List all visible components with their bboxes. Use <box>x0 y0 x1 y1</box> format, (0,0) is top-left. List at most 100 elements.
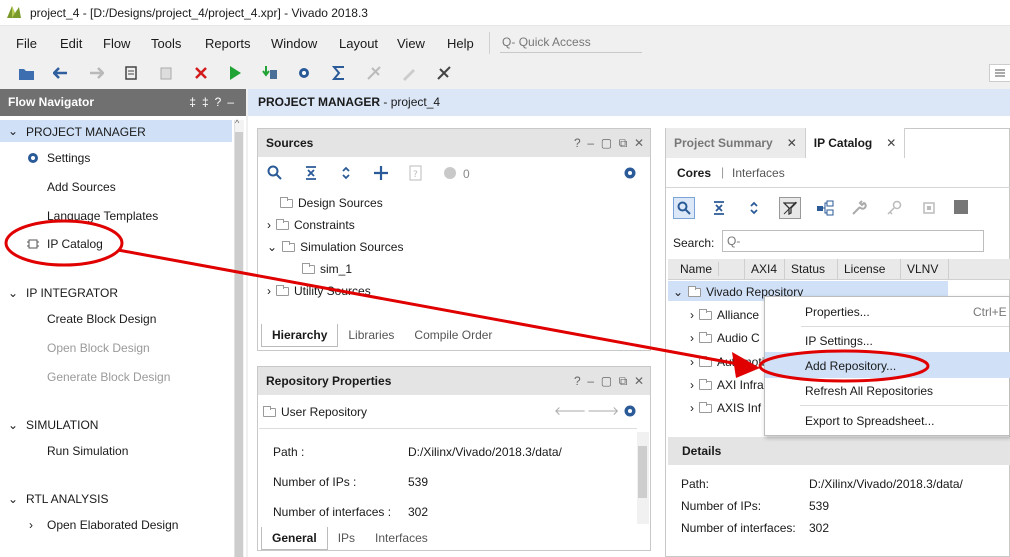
menu-flow[interactable]: Flow <box>103 36 130 51</box>
menu-window[interactable]: Window <box>271 36 317 51</box>
menu-view[interactable]: View <box>397 36 425 51</box>
expand-all-icon[interactable] <box>338 165 354 184</box>
open-folder-icon[interactable] <box>18 64 36 82</box>
ip-tree-row[interactable]: › Alliance <box>690 308 759 322</box>
hierarchy-icon[interactable] <box>816 200 834 219</box>
tree-sim-1[interactable]: sim_1 <box>302 262 352 276</box>
tree-constraints[interactable]: › Constraints <box>267 218 355 232</box>
chevron-right-icon[interactable]: › <box>690 378 694 392</box>
scrollbar-thumb[interactable] <box>235 132 243 557</box>
search-icon[interactable] <box>267 165 283 184</box>
menu-edit[interactable]: Edit <box>60 36 82 51</box>
key-icon[interactable] <box>886 200 902 219</box>
nav-generate-block-design[interactable]: Generate Block Design <box>47 370 170 384</box>
menu-item-properties[interactable]: Properties... <box>805 305 870 319</box>
panel-controls[interactable]: ? – ▢ ⧉ ✕ <box>574 129 644 157</box>
chevron-right-icon[interactable]: › <box>267 284 271 298</box>
tree-simulation-sources[interactable]: ⌄ Simulation Sources <box>267 240 403 254</box>
ip-tree-row[interactable]: › AXIS Inf <box>690 401 761 415</box>
gear-icon[interactable] <box>622 403 638 422</box>
nav-open-elaborated-design[interactable]: Open Elaborated Design <box>47 518 178 532</box>
stop-icon[interactable] <box>954 200 968 217</box>
nav-create-block-design[interactable]: Create Block Design <box>47 312 156 326</box>
section-rtl-analysis[interactable]: RTL ANALYSIS <box>26 492 108 506</box>
nav-settings[interactable]: Settings <box>47 151 90 165</box>
scrollbar-thumb[interactable] <box>638 446 647 498</box>
sigma-icon[interactable] <box>330 64 348 82</box>
chevron-right-icon[interactable]: › <box>690 401 694 415</box>
tab-interfaces[interactable]: Interfaces <box>365 527 438 550</box>
column-license[interactable]: License <box>838 259 901 279</box>
chevron-down-icon[interactable]: ⌄ <box>267 240 277 254</box>
chevron-down-icon[interactable]: ⌄ <box>8 286 18 300</box>
column-axi4[interactable]: AXI4 <box>745 259 785 279</box>
close-icon[interactable]: ✕ <box>886 136 896 150</box>
menu-file[interactable]: File <box>16 36 37 51</box>
section-ip-integrator[interactable]: IP INTEGRATOR <box>26 286 118 300</box>
copy-icon[interactable] <box>122 64 140 82</box>
chevron-right-icon[interactable]: › <box>267 218 271 232</box>
collapse-all-icon[interactable] <box>303 165 319 184</box>
wrench-icon[interactable] <box>851 200 867 219</box>
column-name[interactable]: Name ^ 1 <box>668 259 745 296</box>
chip-icon[interactable] <box>921 200 937 219</box>
menu-tools[interactable]: Tools <box>151 36 181 51</box>
filter-icon[interactable] <box>779 197 801 219</box>
undo-icon[interactable] <box>52 64 70 82</box>
tab-ip-catalog[interactable]: IP Catalog ✕ <box>805 128 906 158</box>
chevron-right-icon[interactable]: › <box>690 308 694 322</box>
nav-add-sources[interactable]: Add Sources <box>47 180 116 194</box>
nav-language-templates[interactable]: Language Templates <box>47 209 158 223</box>
menu-item-refresh-all-repositories[interactable]: Refresh All Repositories <box>805 384 933 398</box>
search-icon[interactable] <box>673 197 695 219</box>
debug-icon[interactable] <box>365 64 383 82</box>
section-simulation[interactable]: SIMULATION <box>26 418 98 432</box>
nav-open-block-design[interactable]: Open Block Design <box>47 341 150 355</box>
ip-search-input[interactable]: Q- <box>722 230 984 252</box>
chevron-down-icon[interactable]: ⌄ <box>673 285 683 299</box>
add-icon[interactable] <box>373 165 389 184</box>
menu-layout[interactable]: Layout <box>339 36 378 51</box>
expand-all-icon[interactable] <box>746 200 762 219</box>
menu-reports[interactable]: Reports <box>205 36 251 51</box>
menu-help[interactable]: Help <box>447 36 474 51</box>
tab-general[interactable]: General <box>261 527 328 550</box>
tab-libraries[interactable]: Libraries <box>338 324 404 347</box>
panel-controls[interactable]: ? – ▢ ⧉ ✕ <box>574 367 644 395</box>
tab-project-summary[interactable]: Project Summary ✕ <box>666 128 806 158</box>
tree-design-sources[interactable]: Design Sources <box>280 196 383 210</box>
subtab-cores[interactable]: Cores <box>677 166 711 180</box>
forward-arrow-icon[interactable]: 🡒 <box>587 403 619 418</box>
menu-item-ip-settings[interactable]: IP Settings... <box>805 334 873 348</box>
redo-icon[interactable] <box>87 64 105 82</box>
tree-utility-sources[interactable]: › Utility Sources <box>267 284 371 298</box>
probe-icon[interactable] <box>435 64 453 82</box>
tab-hierarchy[interactable]: Hierarchy <box>261 324 339 347</box>
chevron-down-icon[interactable]: ⌄ <box>8 492 18 506</box>
gear-icon[interactable] <box>622 165 638 184</box>
settings-gear-icon[interactable] <box>295 64 313 82</box>
nav-ip-catalog[interactable]: IP Catalog <box>47 237 103 251</box>
download-bitstream-icon[interactable] <box>261 64 279 82</box>
pencil-icon[interactable] <box>400 64 418 82</box>
chevron-right-icon[interactable]: › <box>29 518 33 532</box>
menu-item-export-to-spreadsheet[interactable]: Export to Spreadsheet... <box>805 414 934 428</box>
ip-tree-row[interactable]: › Audio C <box>690 331 760 345</box>
column-vlnv[interactable]: VLNV <box>901 259 949 279</box>
ip-tree-row[interactable]: › AXI Infra <box>690 378 764 392</box>
unknown-icon[interactable]: ? <box>408 165 424 184</box>
tab-ips[interactable]: IPs <box>328 527 365 550</box>
layout-selector-icon[interactable] <box>989 64 1010 82</box>
nav-run-simulation[interactable]: Run Simulation <box>47 444 128 458</box>
back-arrow-icon[interactable]: 🡐 <box>554 403 586 418</box>
column-status[interactable]: Status <box>785 259 838 279</box>
run-icon[interactable] <box>226 64 244 82</box>
section-project-manager[interactable]: ⌄ PROJECT MANAGER <box>0 120 232 142</box>
collapse-all-icon[interactable] <box>711 200 727 219</box>
chevron-right-icon[interactable]: › <box>690 355 694 369</box>
close-icon[interactable]: ✕ <box>787 136 797 150</box>
chevron-right-icon[interactable]: › <box>690 331 694 345</box>
subtab-interfaces[interactable]: Interfaces <box>732 166 785 180</box>
chevron-down-icon[interactable]: ⌄ <box>8 418 18 432</box>
flow-navigator-controls[interactable]: ‡‡?– <box>189 89 240 116</box>
